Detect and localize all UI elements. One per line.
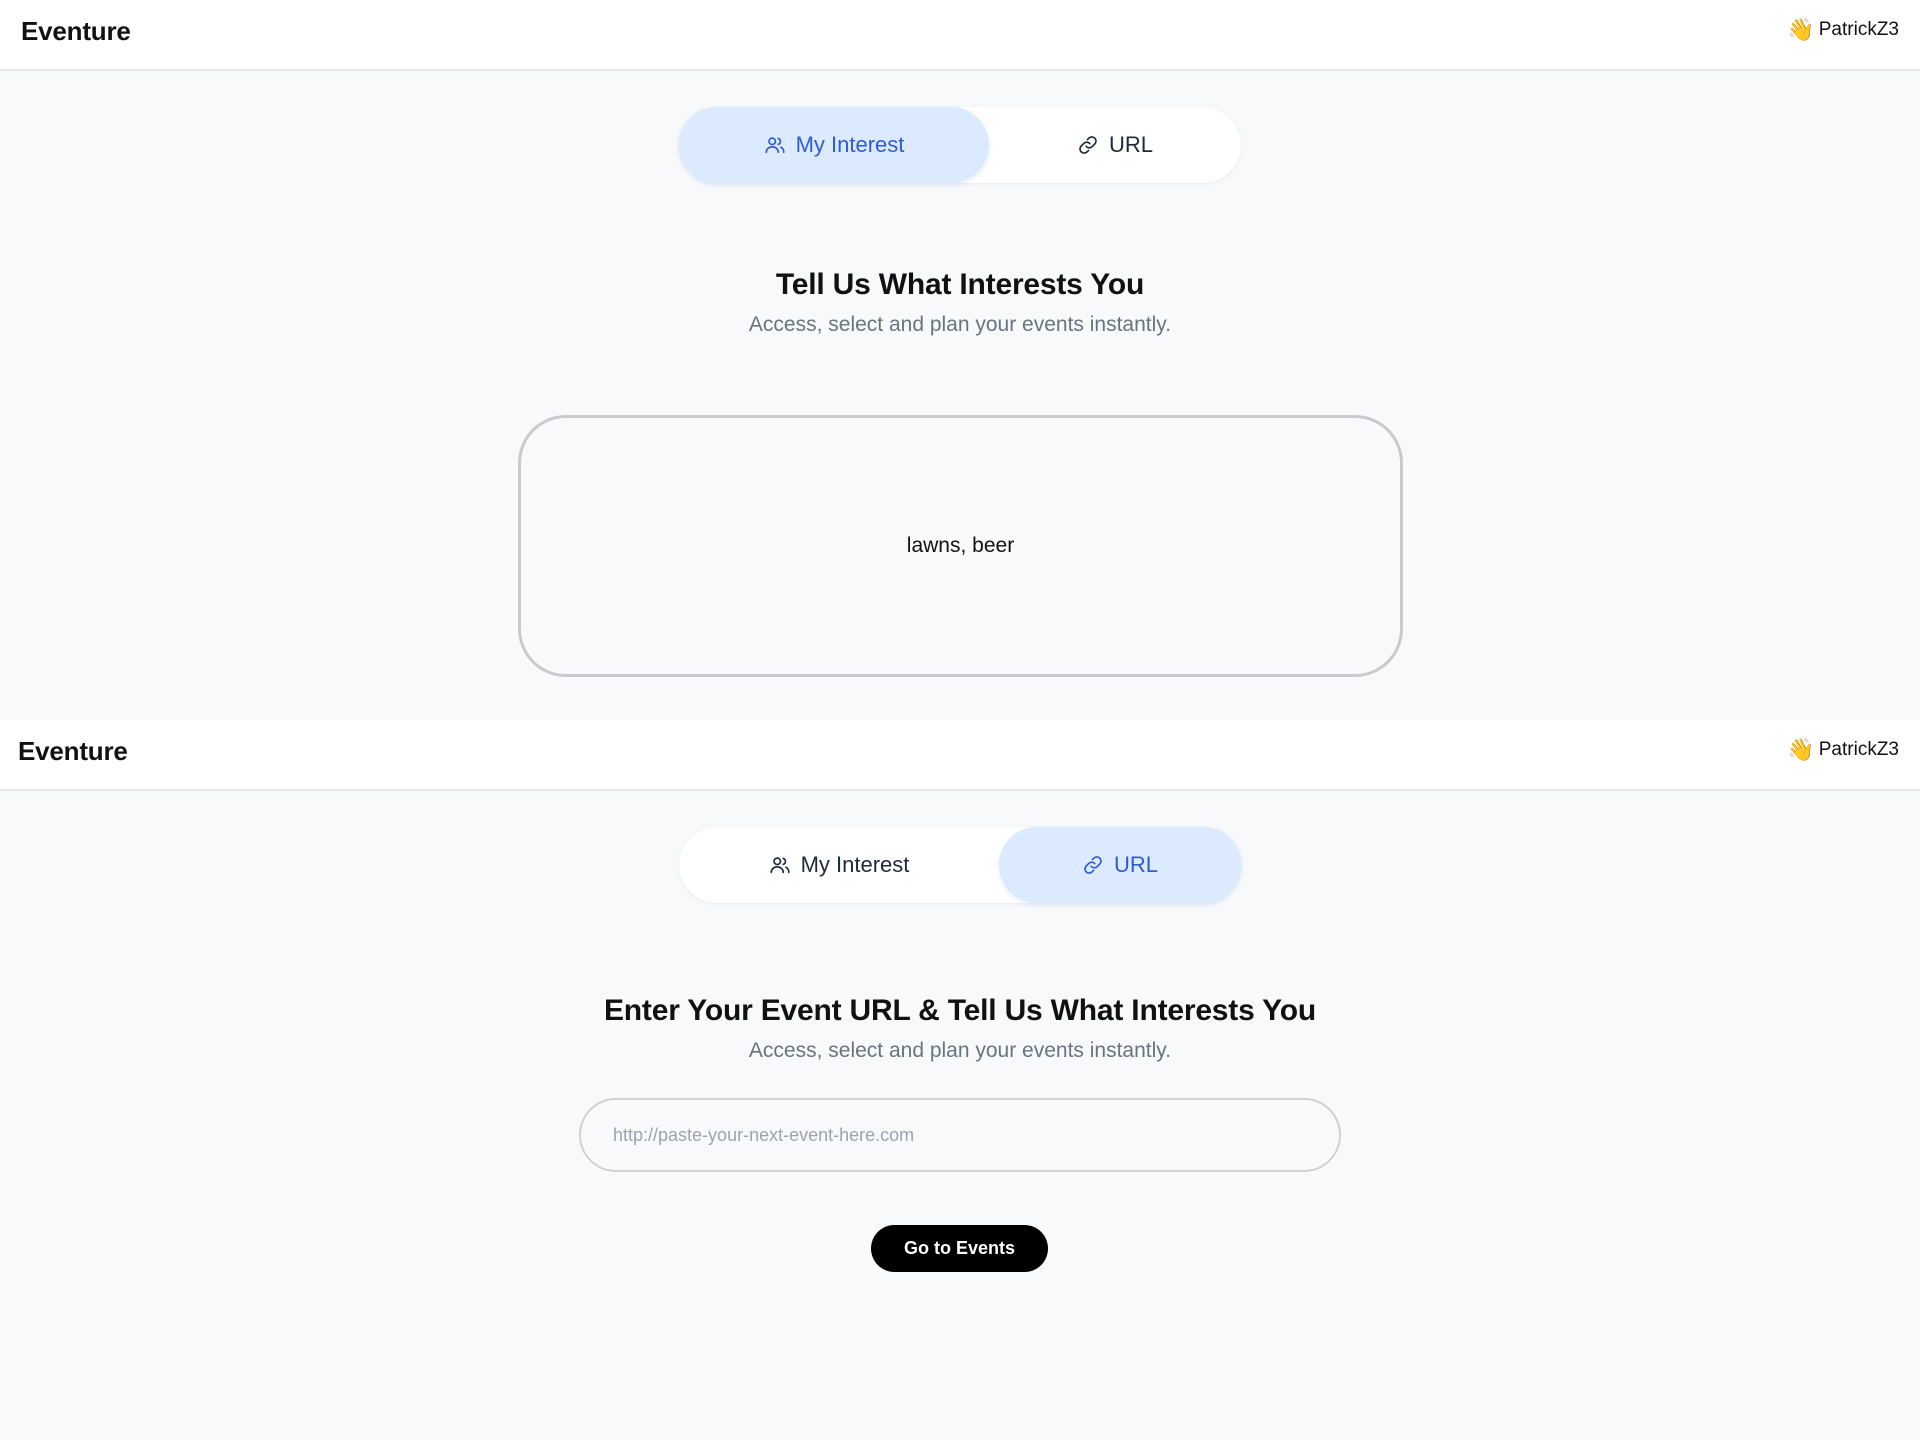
- username-label: PatrickZ3: [1818, 19, 1899, 40]
- user-menu[interactable]: 👋 PatrickZ3: [1787, 19, 1899, 41]
- page-subtitle: Access, select and plan your events inst…: [748, 313, 1172, 336]
- page-title: Tell Us What Interests You: [775, 268, 1145, 301]
- tab-url-label: URL: [1113, 852, 1158, 877]
- interest-input-value: lawns, beer: [906, 534, 1015, 557]
- waving-hand-icon: 👋: [1787, 17, 1815, 42]
- mode-toggle: My Interest URL: [679, 107, 1241, 183]
- event-url-input[interactable]: [579, 1098, 1341, 1172]
- interest-input[interactable]: lawns, beer: [518, 415, 1403, 677]
- brand-logo[interactable]: Eventure: [21, 16, 131, 47]
- link-icon: [1084, 856, 1102, 874]
- tab-my-interest-label: My Interest: [795, 132, 905, 157]
- tab-url-label: URL: [1108, 132, 1153, 157]
- tab-my-interest[interactable]: My Interest: [679, 827, 999, 903]
- interest-screen: Eventure 👋 PatrickZ3 My Interest URL Tel…: [0, 0, 1920, 720]
- page-title: Enter Your Event URL & Tell Us What Inte…: [603, 994, 1316, 1027]
- brand-logo[interactable]: Eventure: [18, 736, 128, 767]
- users-icon: [770, 857, 790, 874]
- user-menu[interactable]: 👋 PatrickZ3: [1787, 739, 1899, 761]
- waving-hand-icon: 👋: [1787, 737, 1815, 762]
- tab-my-interest[interactable]: My Interest: [679, 107, 989, 183]
- go-to-events-button[interactable]: Go to Events: [871, 1225, 1048, 1272]
- top-navbar: Eventure 👋 PatrickZ3: [0, 720, 1920, 791]
- tab-url[interactable]: URL: [989, 107, 1241, 183]
- tab-my-interest-label: My Interest: [800, 852, 910, 877]
- url-screen: Eventure 👋 PatrickZ3 My Interest URL Ent…: [0, 720, 1920, 1440]
- link-icon: [1079, 136, 1097, 154]
- username-label: PatrickZ3: [1818, 739, 1899, 760]
- top-navbar: Eventure 👋 PatrickZ3: [0, 0, 1920, 71]
- mode-toggle: My Interest URL: [679, 827, 1241, 903]
- users-icon: [765, 137, 785, 154]
- tab-url[interactable]: URL: [999, 827, 1241, 903]
- page-subtitle: Access, select and plan your events inst…: [748, 1039, 1172, 1062]
